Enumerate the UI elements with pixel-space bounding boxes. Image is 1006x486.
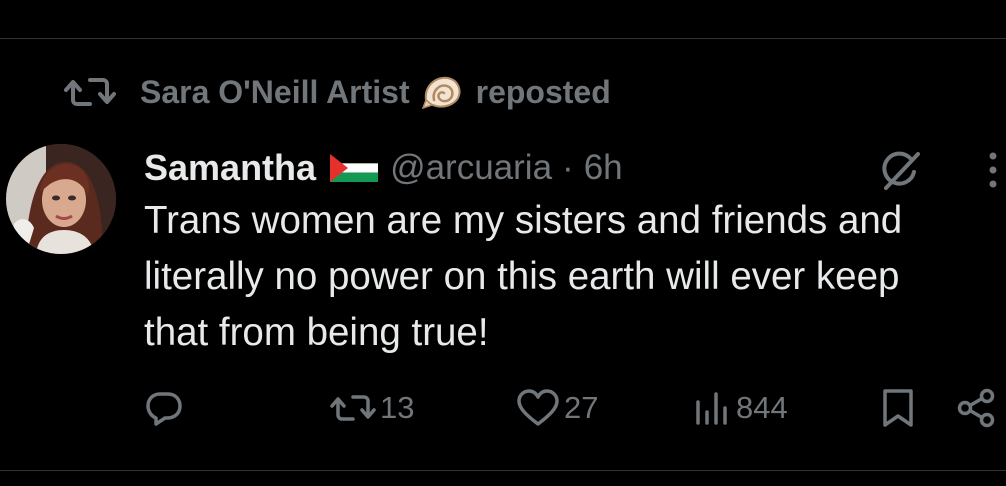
post-text-line: literally no power on this earth will ev… — [144, 255, 900, 298]
bookmark-button[interactable] — [880, 386, 916, 430]
repost-icon — [64, 74, 116, 110]
post-timestamp[interactable]: 6h — [584, 148, 623, 188]
grok-icon[interactable] — [876, 146, 924, 194]
shell-emoji-icon — [421, 72, 464, 112]
post-header: Samantha @arcuaria · 6h — [144, 142, 623, 194]
share-button[interactable] — [956, 386, 998, 430]
analytics-icon — [694, 390, 732, 426]
share-icon — [956, 388, 998, 428]
more-options-icon[interactable] — [984, 150, 1002, 190]
views-count: 844 — [736, 390, 788, 425]
palestine-flag-icon — [330, 154, 379, 182]
like-button[interactable]: 27 — [516, 386, 598, 430]
reply-button[interactable] — [145, 386, 183, 430]
like-count: 27 — [564, 390, 599, 425]
repost-user-name[interactable]: Sara O'Neill Artist — [140, 74, 410, 111]
bottom-divider — [0, 470, 1006, 471]
repost-suffix: reposted — [475, 73, 611, 110]
separator-dot: · — [562, 148, 574, 187]
views-button[interactable]: 844 — [694, 386, 788, 430]
bookmark-icon — [880, 388, 916, 428]
display-name[interactable]: Samantha — [144, 147, 316, 189]
repost-button[interactable]: 13 — [330, 386, 414, 430]
repost-action-icon — [330, 391, 376, 425]
post-text: Trans women are my sisters and friends a… — [144, 193, 994, 361]
post-text-line: that from being true! — [144, 311, 489, 354]
post-text-line: Trans women are my sisters and friends a… — [144, 199, 903, 242]
reply-icon — [145, 389, 183, 427]
user-handle[interactable]: @arcuaria — [390, 148, 552, 188]
heart-icon — [516, 389, 560, 427]
repost-count: 13 — [380, 390, 415, 425]
top-divider — [0, 38, 1006, 39]
avatar[interactable] — [6, 144, 116, 254]
repost-context[interactable]: Sara O'Neill Artist reposted — [64, 70, 611, 114]
